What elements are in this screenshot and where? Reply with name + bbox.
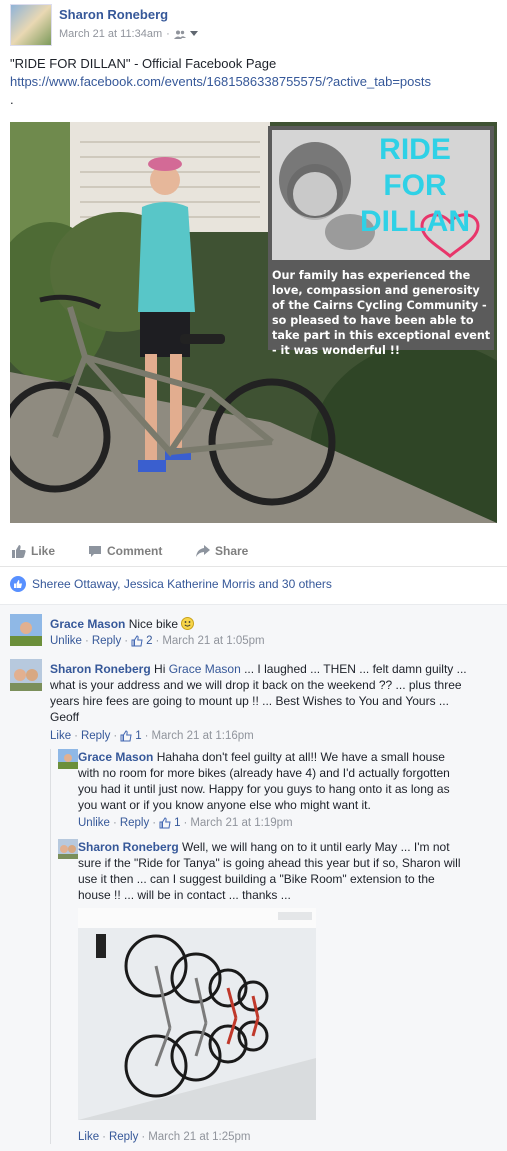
bike-room-photo-art <box>78 908 316 1120</box>
post-text: "RIDE FOR DILLAN" - Official Facebook Pa… <box>10 56 277 71</box>
like-button[interactable]: Like <box>12 544 55 558</box>
share-icon <box>196 545 210 557</box>
comment-icon <box>89 545 101 557</box>
separator: · <box>166 28 170 40</box>
likes-summary[interactable]: Sheree Ottaway, Jessica Katherine Morris… <box>10 576 497 592</box>
mention-link[interactable]: Grace Mason <box>169 662 241 676</box>
comment-body: Grace Mason Nice bike <box>50 616 490 632</box>
commenter-name[interactable]: Sharon Roneberg <box>50 662 151 676</box>
smiley-emoji-icon <box>181 617 195 630</box>
commenter-name[interactable]: Grace Mason <box>78 750 153 764</box>
comment-timestamp[interactable]: March 21 at 1:19pm <box>190 817 292 829</box>
likes-summary-text[interactable]: Sheree Ottaway, Jessica Katherine Morris… <box>32 577 332 591</box>
reply-link[interactable]: Reply <box>120 817 149 829</box>
comment-photo[interactable] <box>78 908 316 1120</box>
like-link[interactable]: Like <box>78 1131 99 1143</box>
friends-audience-icon[interactable] <box>173 30 186 39</box>
chevron-down-icon[interactable] <box>189 31 198 37</box>
commenter-avatar[interactable] <box>58 839 78 859</box>
post-author[interactable]: Sharon Roneberg <box>59 7 168 22</box>
commenter-avatar[interactable] <box>58 749 78 769</box>
comment-body: Sharon Roneberg Well, we will hang on to… <box>78 839 468 903</box>
overlay-caption: Our family has experienced the love, com… <box>272 269 491 357</box>
post-photo[interactable]: RIDE FOR DILLAN Our family has experienc… <box>10 122 497 523</box>
thumbs-up-icon <box>120 730 132 742</box>
comment-text-prefix: Hi <box>154 662 166 676</box>
author-avatar[interactable] <box>10 4 52 46</box>
comment-button[interactable]: Comment <box>88 544 162 558</box>
overlay-title: RIDE FOR DILLAN <box>360 132 470 240</box>
unlike-link[interactable]: Unlike <box>50 635 82 647</box>
like-count[interactable]: 2 <box>146 635 152 647</box>
post-meta: March 21 at 11:34am · <box>59 28 198 40</box>
comment-timestamp[interactable]: March 21 at 1:16pm <box>151 730 253 742</box>
commenter-name[interactable]: Grace Mason <box>50 617 125 631</box>
post-timestamp[interactable]: March 21 at 11:34am <box>59 28 162 40</box>
comment-timestamp[interactable]: March 21 at 1:25pm <box>148 1131 250 1143</box>
like-count[interactable]: 1 <box>174 817 180 829</box>
post-actions: Like Comment Share <box>0 536 507 567</box>
share-label: Share <box>215 544 249 558</box>
like-count[interactable]: 1 <box>135 730 141 742</box>
overlay-title-line: RIDE <box>379 133 451 166</box>
comment-meta: Like · Reply · 1 · March 21 at 1:16pm <box>50 730 254 742</box>
like-link[interactable]: Like <box>50 730 71 742</box>
thumbs-up-icon <box>159 817 171 829</box>
thumbs-up-icon <box>12 544 26 558</box>
commenter-avatar[interactable] <box>10 659 42 691</box>
post-link[interactable]: https://www.facebook.com/events/16815863… <box>10 73 490 91</box>
commenter-avatar[interactable] <box>10 614 42 646</box>
comment-label: Comment <box>107 544 163 558</box>
like-label: Like <box>31 544 56 558</box>
comments-section: Grace Mason Nice bike Unlike · Reply · 2 · … <box>0 604 507 1151</box>
comment-body: Sharon Roneberg Hi Grace Mason ... I lau… <box>50 661 480 725</box>
unlike-link[interactable]: Unlike <box>78 817 110 829</box>
reply-link[interactable]: Reply <box>81 730 110 742</box>
reply-link[interactable]: Reply <box>92 635 121 647</box>
share-button[interactable]: Share <box>196 544 248 558</box>
comment-meta: Unlike · Reply · 1 · March 21 at 1:19pm <box>78 817 293 829</box>
commenter-name[interactable]: Sharon Roneberg <box>78 840 179 854</box>
comment-text: Nice bike <box>128 617 179 631</box>
post-trailing-dot: . <box>10 92 14 107</box>
overlay-title-line: DILLAN <box>360 205 470 238</box>
comment-body: Grace Mason Hahaha don't feel guilty at … <box>78 749 458 813</box>
comment-meta: Like · Reply · March 21 at 1:25pm <box>78 1131 251 1143</box>
comment-meta: Unlike · Reply · 2 · March 21 at 1:05pm <box>50 635 265 647</box>
overlay-title-line: FOR <box>383 169 447 202</box>
reply-thread-line <box>50 749 51 1144</box>
comment-timestamp[interactable]: March 21 at 1:05pm <box>162 635 264 647</box>
reply-link[interactable]: Reply <box>109 1131 138 1143</box>
post-body: "RIDE FOR DILLAN" - Official Facebook Pa… <box>10 55 490 109</box>
thumbs-up-icon <box>131 635 143 647</box>
like-reaction-icon <box>10 576 26 592</box>
